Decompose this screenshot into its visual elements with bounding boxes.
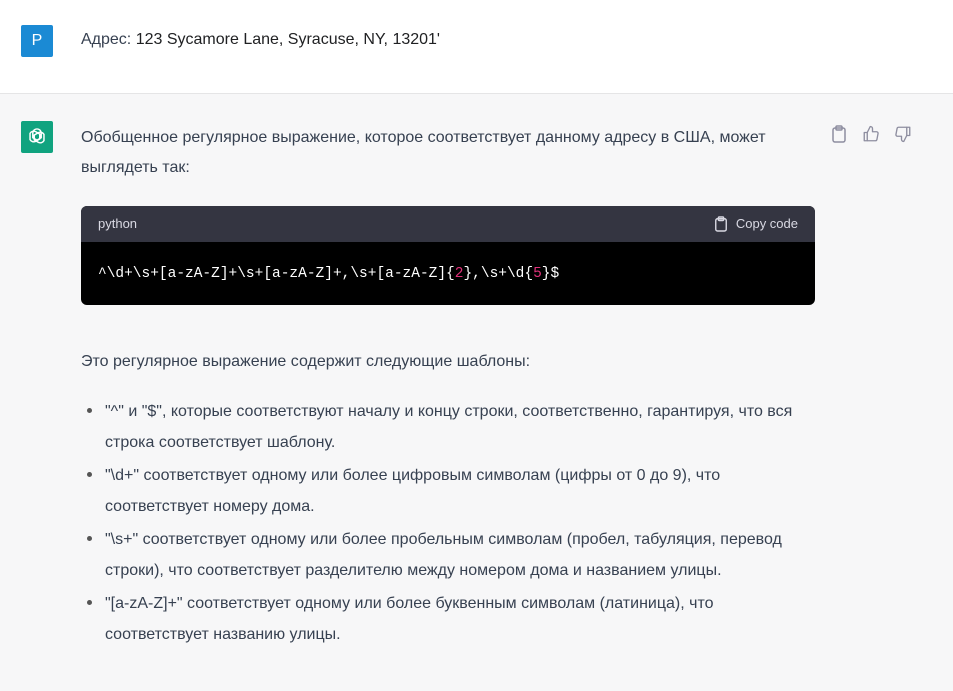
address-prefix: Адрес: — [81, 31, 136, 48]
user-message-text: Адрес: 123 Sycamore Lane, Syracuse, NY, … — [81, 31, 440, 49]
code-part-2: },\s+\d{ — [463, 265, 534, 282]
thumbs-up-button[interactable] — [861, 124, 881, 144]
copy-code-button[interactable]: Copy code — [714, 209, 798, 239]
intro-paragraph: Обобщенное регулярное выражение, которое… — [81, 129, 766, 176]
pattern-list: "^" и "$", которые соответствуют началу … — [81, 396, 815, 650]
thumbs-down-icon — [895, 126, 911, 143]
thumbs-up-icon — [863, 125, 879, 142]
user-message-row: P Адрес: 123 Sycamore Lane, Syracuse, NY… — [0, 0, 953, 94]
openai-logo-icon — [21, 121, 53, 153]
code-header: python Copy code — [81, 206, 815, 242]
code-part-1: ^\d+\s+[a-zA-Z]+\s+[a-zA-Z]+,\s+[a-zA-Z]… — [98, 265, 455, 282]
list-item: "^" и "$", которые соответствуют началу … — [87, 396, 815, 458]
assistant-message-row: Обобщенное регулярное выражение, которое… — [0, 94, 953, 691]
code-block: python Copy code ^\d+\s+[a-zA-Z]+\s+[a-z… — [81, 206, 815, 305]
copy-code-label: Copy code — [735, 216, 798, 231]
code-language: python — [98, 216, 138, 231]
code-content[interactable]: ^\d+\s+[a-zA-Z]+\s+[a-zA-Z]+,\s+[a-zA-Z]… — [81, 242, 815, 305]
address-value: 123 Sycamore Lane, Syracuse, NY, 13201' — [135, 31, 440, 48]
list-item: "\s+" соответствует одному или более про… — [87, 524, 815, 586]
explanation-paragraph: Это регулярное выражение содержит следую… — [81, 353, 531, 370]
clipboard-icon — [714, 216, 727, 232]
thumbs-down-button[interactable] — [893, 124, 913, 144]
code-number-2: 5 — [533, 265, 542, 282]
user-avatar: P — [21, 25, 53, 57]
message-actions — [829, 124, 913, 144]
code-part-3: }$ — [541, 265, 560, 282]
copy-message-button[interactable] — [829, 124, 849, 144]
code-number-1: 2 — [454, 265, 464, 282]
assistant-message-content: Обобщенное регулярное выражение, которое… — [81, 123, 815, 652]
clipboard-icon — [832, 125, 846, 143]
list-item: "[a-zA-Z]+" соответствует одному или бол… — [87, 588, 815, 650]
list-item: "\d+" соответствует одному или более циф… — [87, 460, 815, 522]
